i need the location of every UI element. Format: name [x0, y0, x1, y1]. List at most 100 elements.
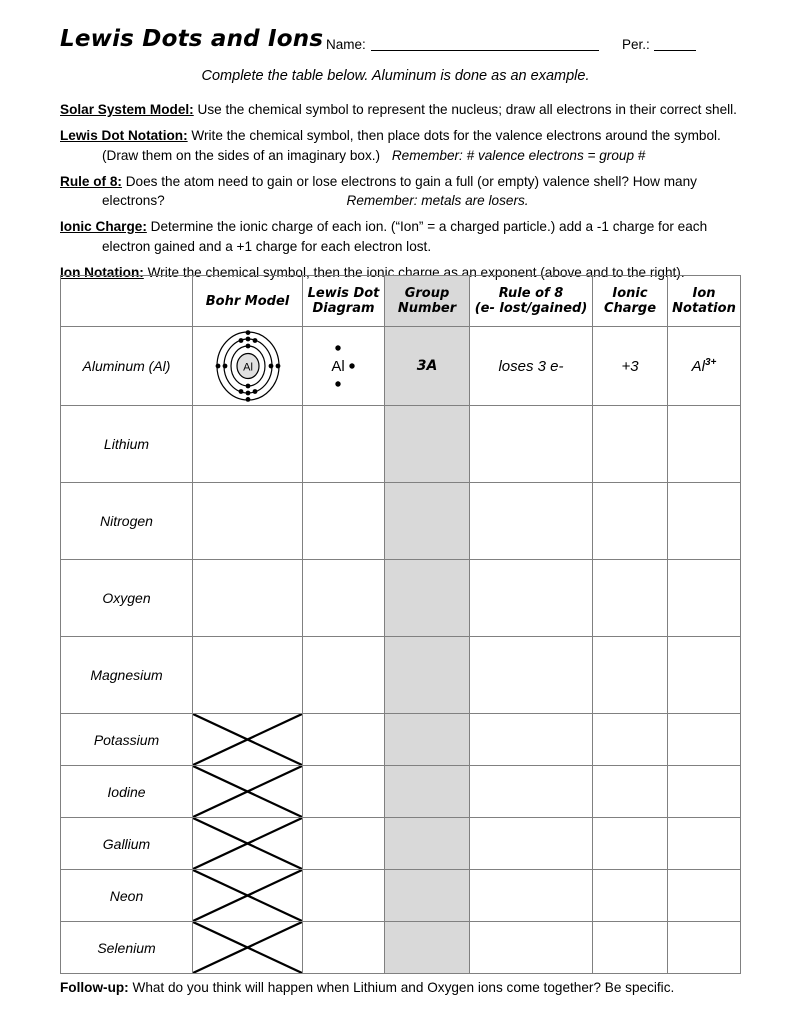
- group-number-cell[interactable]: [384, 765, 470, 818]
- ion-notation-cell[interactable]: [667, 559, 741, 637]
- lewis-dot-cell[interactable]: [302, 559, 385, 637]
- ion-notation-cell[interactable]: [667, 482, 741, 560]
- table-header-row: Bohr Model Lewis Dot Diagram Group Numbe…: [60, 275, 741, 327]
- ion-notation-cell[interactable]: [667, 765, 741, 818]
- instruction-body: Write the chemical symbol, then place do…: [191, 128, 721, 143]
- rule-of-8-cell[interactable]: [469, 817, 593, 870]
- bohr-model-cell-crossed-out: [192, 817, 303, 870]
- group-number-cell[interactable]: [384, 869, 470, 922]
- lewis-dot-cell[interactable]: [302, 869, 385, 922]
- bohr-model-cell-crossed-out: [192, 869, 303, 922]
- header-line2: Number: [397, 301, 457, 316]
- ionic-charge-cell[interactable]: [592, 921, 668, 974]
- instruction-heading: Solar System Model:: [60, 102, 194, 117]
- bohr-model-cell[interactable]: [192, 482, 303, 560]
- table-row-iodine: Iodine: [60, 765, 741, 818]
- table-row-gallium: Gallium: [60, 817, 741, 870]
- subtitle: Complete the table below. Aluminum is do…: [201, 68, 590, 84]
- group-number-cell[interactable]: [384, 713, 470, 766]
- bohr-model-icon: Al: [215, 330, 280, 402]
- ion-notation-cell[interactable]: [667, 817, 741, 870]
- instruction-body: Determine the ionic charge of each ion. …: [150, 219, 708, 234]
- instruction-indent-text: (Draw them on the sides of an imaginary …: [102, 147, 381, 163]
- ion-notation-cell[interactable]: [667, 713, 741, 766]
- rule-of-8-cell[interactable]: [469, 713, 593, 766]
- instructions-block: Solar System Model: Use the chemical sym…: [60, 100, 750, 289]
- ionic-charge-cell[interactable]: [592, 765, 668, 818]
- instruction-rule-of-8: Rule of 8: Does the atom need to gain or…: [60, 172, 750, 211]
- lewis-dot-cell[interactable]: [302, 636, 385, 714]
- bohr-model-cell[interactable]: [192, 405, 303, 483]
- table-row-selenium: Selenium: [60, 921, 741, 974]
- header-line1: Lewis Dot: [307, 286, 380, 301]
- element-name-cell: Neon: [60, 869, 193, 922]
- ionic-charge-cell[interactable]: [592, 713, 668, 766]
- lewis-dot-cell[interactable]: [302, 921, 385, 974]
- ion-notation-superscript: 3+: [704, 357, 717, 368]
- lewis-dots-table: Bohr Model Lewis Dot Diagram Group Numbe…: [60, 275, 741, 974]
- period-input-line[interactable]: [653, 50, 696, 51]
- element-name-cell: Iodine: [60, 765, 193, 818]
- worksheet-header: Lewis Dots and Ions Name: Per.:: [60, 26, 750, 66]
- group-number-cell[interactable]: [384, 559, 470, 637]
- header-line1: Ion: [692, 286, 716, 301]
- group-number-cell[interactable]: 3A: [384, 326, 470, 406]
- rule-of-8-cell[interactable]: [469, 921, 593, 974]
- crossout-x-icon: [193, 714, 302, 765]
- lewis-dot-cell[interactable]: [302, 482, 385, 560]
- ion-notation-cell[interactable]: [667, 869, 741, 922]
- lewis-dot-cell[interactable]: Al: [302, 326, 385, 406]
- header-line1: Bohr Model: [205, 293, 290, 309]
- instruction-indent-line: electron gained and a +1 charge for each…: [102, 238, 432, 254]
- worksheet-page: Lewis Dots and Ions Name: Per.: Complete…: [0, 0, 791, 1024]
- group-number-cell[interactable]: [384, 817, 470, 870]
- table-row-lithium: Lithium: [60, 405, 741, 483]
- instruction-heading: Lewis Dot Notation:: [60, 128, 188, 143]
- header-cell-ion-notation: Ion Notation: [667, 275, 741, 327]
- ionic-charge-cell[interactable]: [592, 636, 668, 714]
- ion-notation-cell[interactable]: [667, 636, 741, 714]
- name-label: Name:: [326, 37, 366, 52]
- element-name-cell: Magnesium: [60, 636, 193, 714]
- crossout-x-icon: [193, 870, 302, 921]
- rule-of-8-cell[interactable]: [469, 559, 593, 637]
- lewis-dot-cell[interactable]: [302, 765, 385, 818]
- ionic-charge-cell[interactable]: [592, 405, 668, 483]
- element-name-cell: Lithium: [60, 405, 193, 483]
- group-number-cell[interactable]: [384, 921, 470, 974]
- lewis-dot-cell[interactable]: [302, 405, 385, 483]
- ion-notation-cell[interactable]: [667, 921, 741, 974]
- followup-block: Follow-up: What do you think will happen…: [60, 980, 750, 995]
- ionic-charge-cell[interactable]: +3: [592, 326, 668, 406]
- instruction-heading: Ionic Charge:: [60, 219, 147, 234]
- table-row-magnesium: Magnesium: [60, 636, 741, 714]
- ionic-charge-cell[interactable]: [592, 482, 668, 560]
- ionic-charge-cell[interactable]: [592, 817, 668, 870]
- instruction-body: Does the atom need to gain or lose elect…: [125, 173, 697, 189]
- followup-label: Follow-up:: [60, 980, 129, 995]
- element-name-cell: Nitrogen: [60, 482, 193, 560]
- bohr-model-cell-crossed-out: [192, 765, 303, 818]
- group-number-cell[interactable]: [384, 405, 470, 483]
- name-input-line[interactable]: [370, 50, 599, 51]
- group-number-cell[interactable]: [384, 636, 470, 714]
- rule-of-8-cell[interactable]: [469, 405, 593, 483]
- bohr-model-cell[interactable]: Al: [192, 326, 303, 406]
- ionic-charge-cell[interactable]: [592, 869, 668, 922]
- bohr-model-cell[interactable]: [192, 559, 303, 637]
- lewis-dot-cell[interactable]: [302, 817, 385, 870]
- rule-of-8-cell[interactable]: [469, 869, 593, 922]
- rule-of-8-cell[interactable]: [469, 765, 593, 818]
- group-number-cell[interactable]: [384, 482, 470, 560]
- bohr-model-cell[interactable]: [192, 636, 303, 714]
- lewis-dot-icon: Al: [331, 345, 355, 387]
- lewis-dot-cell[interactable]: [302, 713, 385, 766]
- rule-of-8-cell[interactable]: [469, 636, 593, 714]
- bohr-model-diagram: Al: [193, 327, 302, 405]
- element-name-cell: Aluminum (Al): [60, 326, 193, 406]
- ion-notation-cell[interactable]: Al3+: [667, 326, 741, 406]
- ionic-charge-cell[interactable]: [592, 559, 668, 637]
- rule-of-8-cell[interactable]: loses 3 e-: [469, 326, 593, 406]
- ion-notation-cell[interactable]: [667, 405, 741, 483]
- rule-of-8-cell[interactable]: [469, 482, 593, 560]
